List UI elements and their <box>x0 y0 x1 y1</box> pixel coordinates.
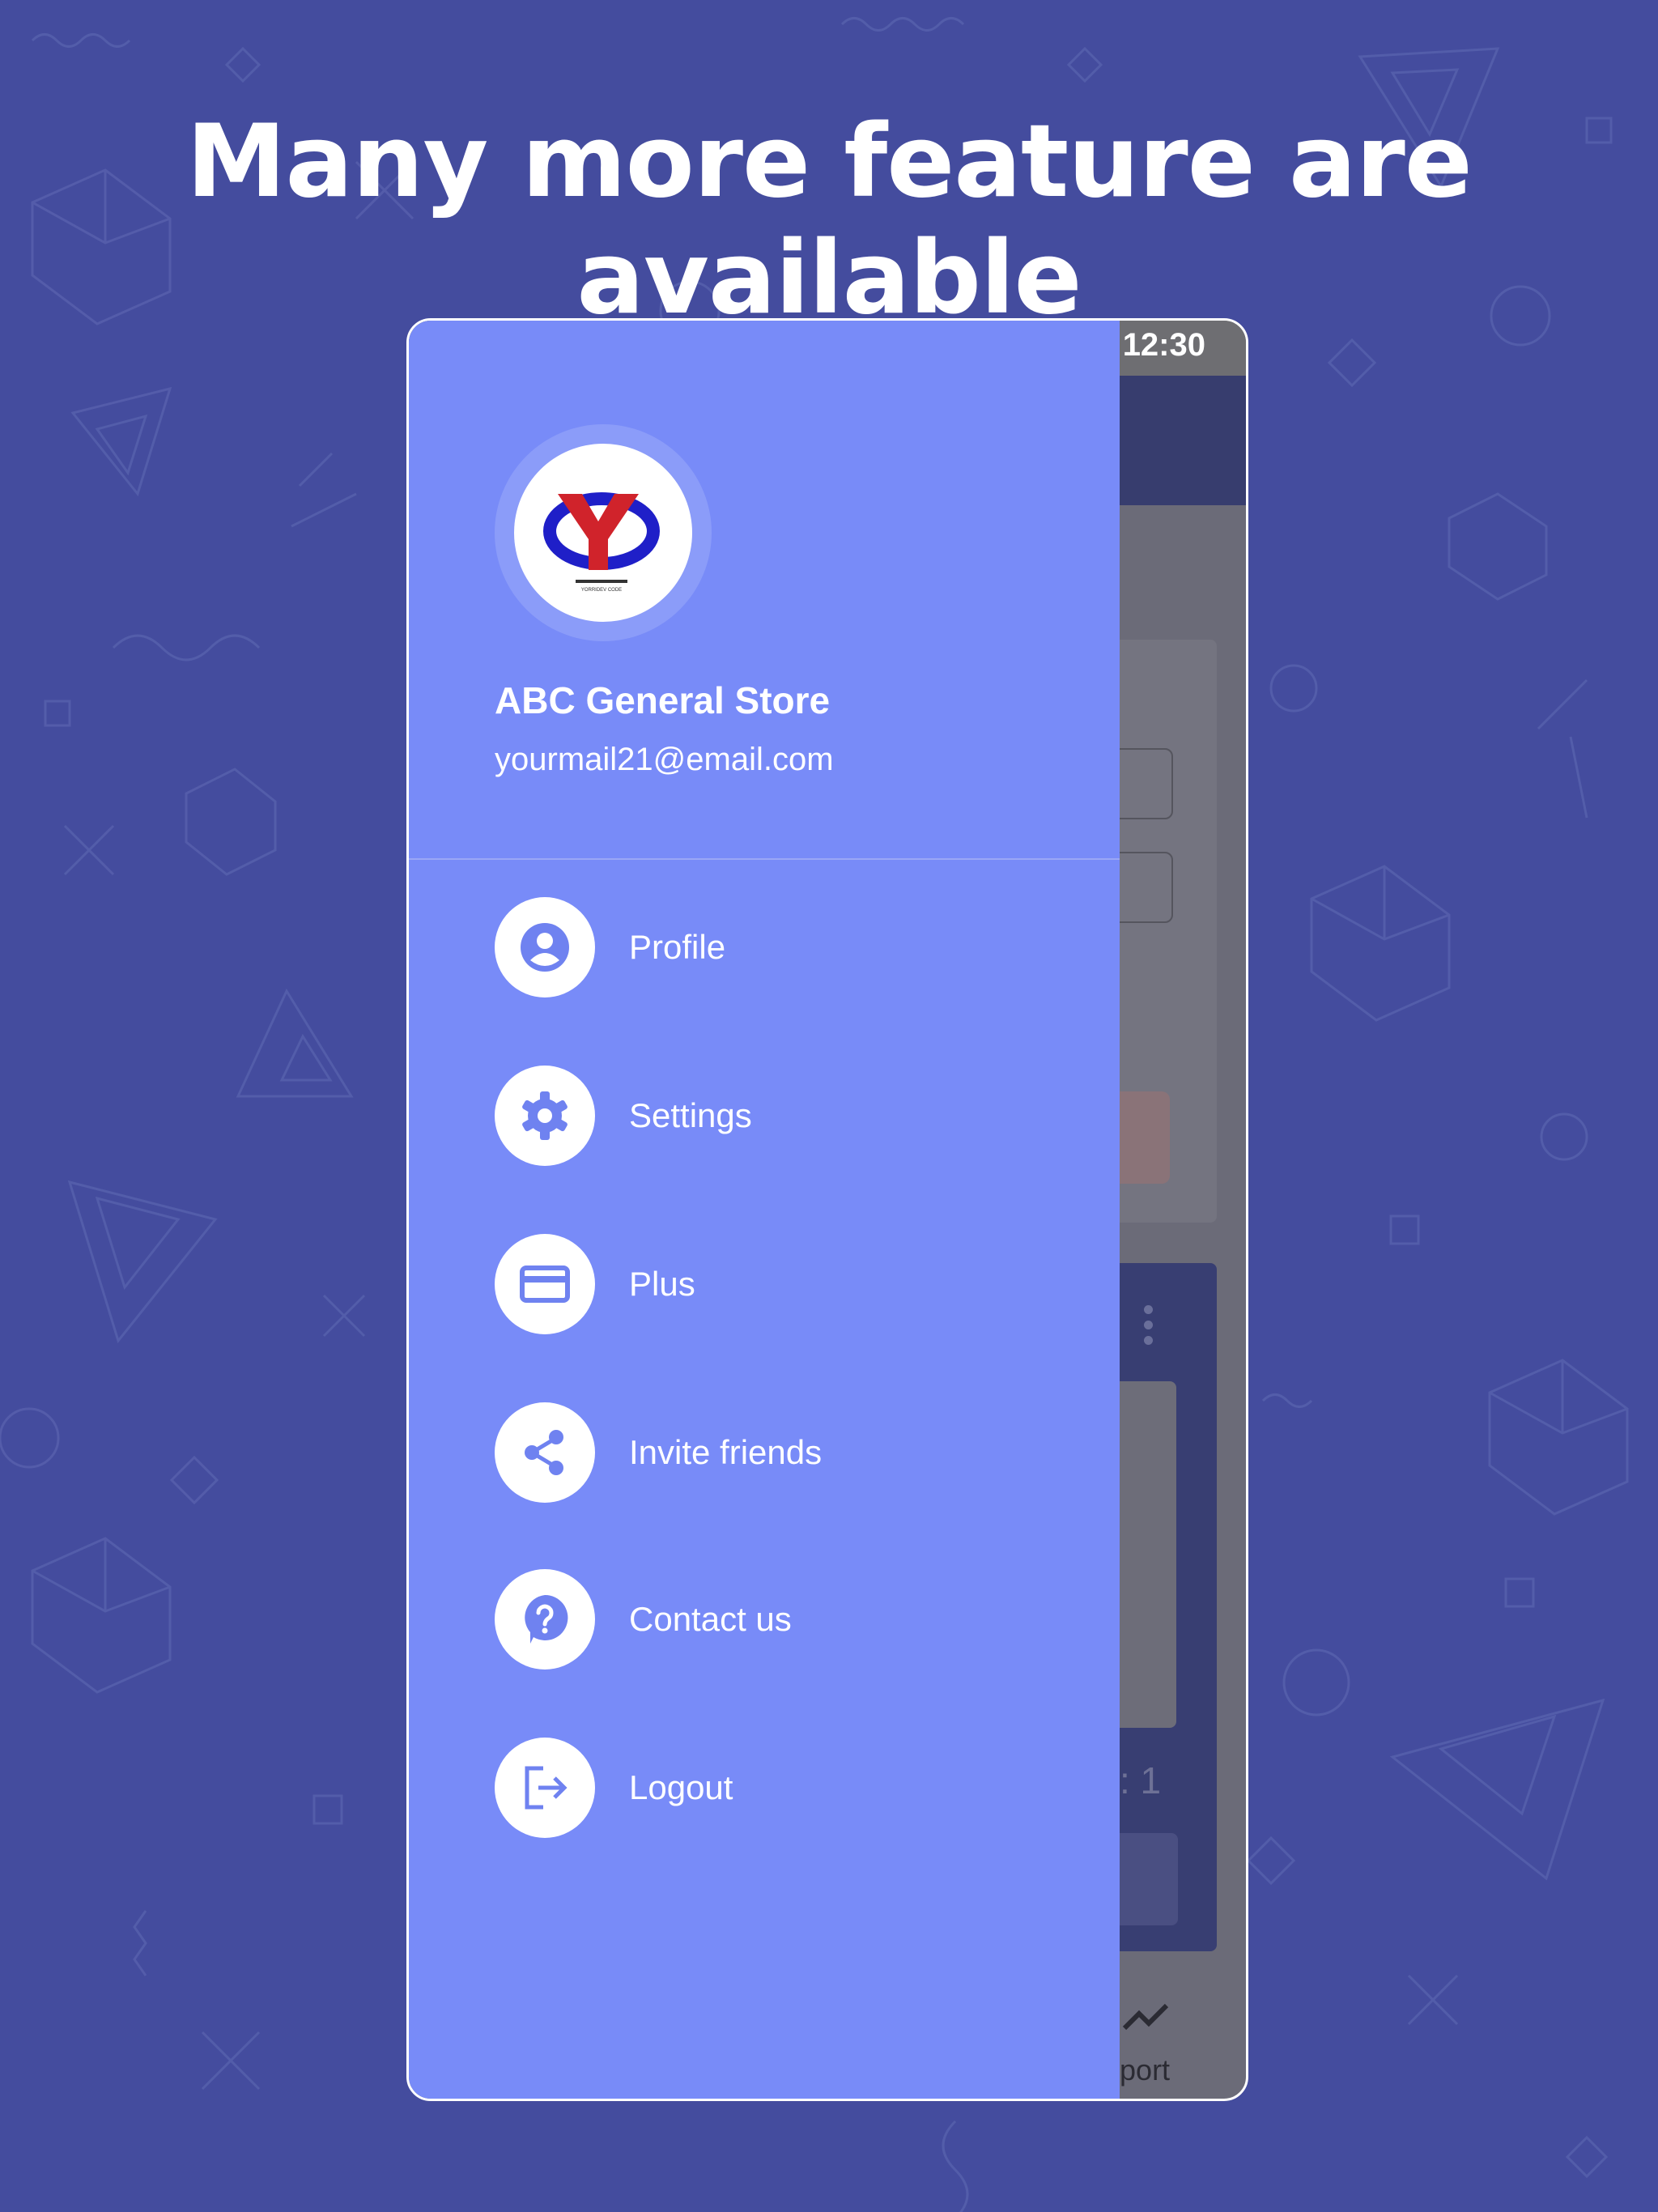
store-name: ABC General Store <box>495 679 831 721</box>
menu-item-logout[interactable]: Logout <box>495 1738 1078 1838</box>
credit-card-icon <box>495 1234 595 1334</box>
drawer-divider <box>409 858 1120 860</box>
logo-caption: YORRIDEV CODE <box>581 588 622 593</box>
store-email: yourmail21@email.com <box>495 742 834 777</box>
menu-item-profile[interactable]: Profile <box>495 897 1078 998</box>
navigation-drawer: YORRIDEV CODE ABC General Store yourmail… <box>409 321 1120 2099</box>
headline: Many more feature are available <box>186 104 1473 337</box>
menu-item-label: Settings <box>629 1096 752 1134</box>
menu-item-label: Contact us <box>629 1600 792 1638</box>
device-frame: 12:30 ✕ y: 1 eport YORRIDEV CODE <box>406 318 1248 2101</box>
menu-item-settings[interactable]: Settings <box>495 1066 1078 1166</box>
menu-item-label: Invite friends <box>629 1433 823 1471</box>
help-bubble-icon <box>495 1569 595 1670</box>
avatar-ring: YORRIDEV CODE <box>495 424 712 641</box>
more-options-icon[interactable] <box>1144 1305 1154 1351</box>
share-icon <box>495 1402 595 1503</box>
menu-item-label: Plus <box>629 1265 695 1303</box>
account-circle-icon <box>495 897 595 998</box>
menu-item-label: Logout <box>629 1768 733 1806</box>
menu-item-invite-friends[interactable]: Invite friends <box>495 1402 1078 1503</box>
trending-icon[interactable] <box>1121 2001 1170 2033</box>
menu-item-label: Profile <box>629 928 726 966</box>
avatar[interactable]: YORRIDEV CODE <box>514 444 692 622</box>
gear-icon <box>495 1066 595 1166</box>
status-time: 12:30 <box>1122 327 1205 363</box>
menu-item-contact-us[interactable]: Contact us <box>495 1569 1078 1670</box>
logout-icon <box>495 1738 595 1838</box>
store-logo: YORRIDEV CODE <box>543 492 660 593</box>
menu-item-plus[interactable]: Plus <box>495 1234 1078 1334</box>
